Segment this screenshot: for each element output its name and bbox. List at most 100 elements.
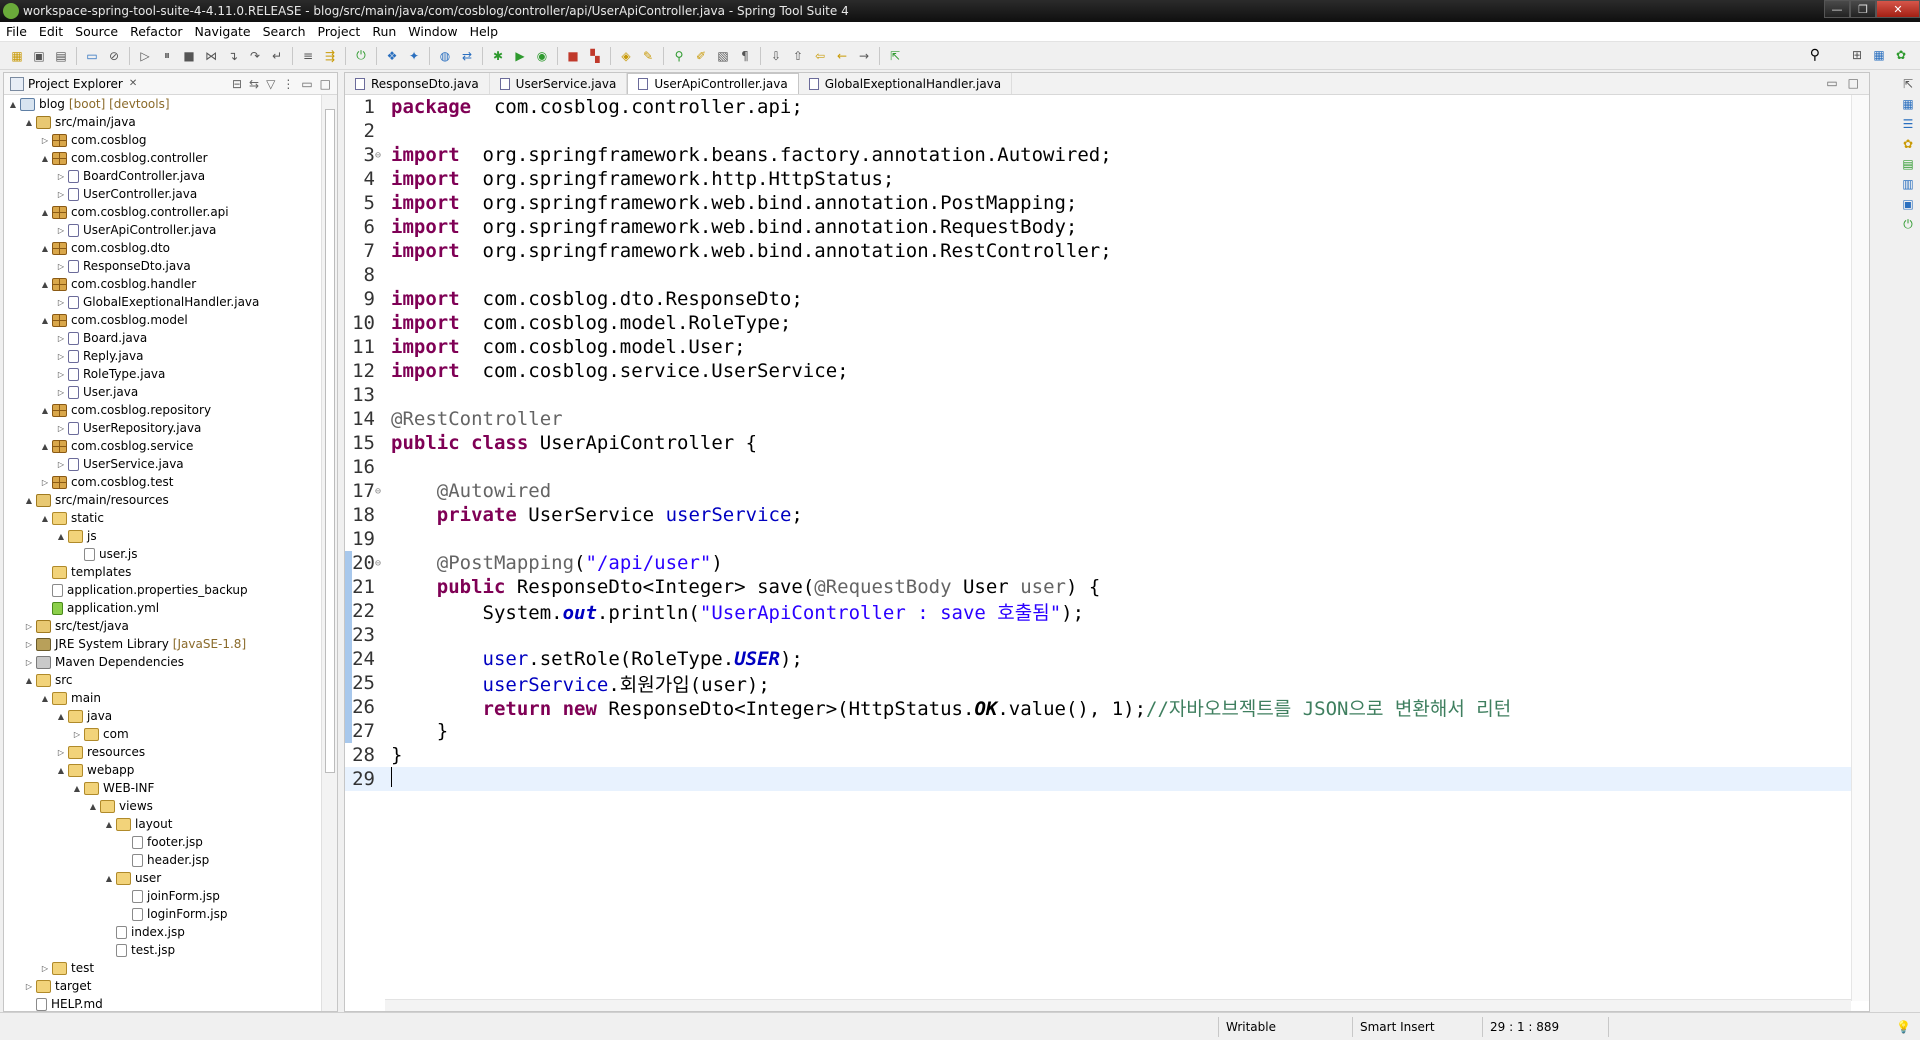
code-line[interactable]: 29 (345, 766, 1851, 791)
collapsed-icon[interactable]: ▷ (56, 424, 66, 433)
close-button[interactable]: ✕ (1876, 0, 1920, 18)
menu-refactor[interactable]: Refactor (124, 24, 188, 39)
tree-item[interactable]: ▲ com.cosblog.repository (4, 401, 322, 419)
tree-item[interactable]: ▷ UserRepository.java (4, 419, 322, 437)
tip-icon[interactable]: 💡 (1896, 1020, 1911, 1034)
menu-window[interactable]: Window (402, 24, 463, 39)
tree-item[interactable]: joinForm.jsp (4, 887, 322, 905)
fold-marker[interactable]: ⊖ (375, 486, 389, 497)
tree-item[interactable]: ▷ resources (4, 743, 322, 761)
code-line[interactable]: 14 @RestController (345, 407, 1851, 431)
expanded-icon[interactable]: ▲ (40, 208, 50, 217)
back-icon[interactable]: ← (834, 48, 850, 64)
tree-item[interactable]: ▲ blog [boot] [devtools] (4, 95, 322, 113)
code-line[interactable]: 8 (345, 263, 1851, 287)
collapsed-icon[interactable]: ▷ (56, 190, 66, 199)
fold-marker[interactable]: ⊖ (375, 150, 389, 161)
collapsed-icon[interactable]: ▷ (56, 226, 66, 235)
expanded-icon[interactable]: ▲ (40, 694, 50, 703)
restore-icon[interactable]: ⇱ (1900, 76, 1916, 92)
tree-item[interactable]: header.jsp (4, 851, 322, 869)
code-line[interactable]: 4 import org.springframework.http.HttpSta… (345, 167, 1851, 191)
open-task-icon[interactable]: ✎ (640, 48, 656, 64)
show-whitespace-icon[interactable]: ¶ (737, 48, 753, 64)
code-line[interactable]: 24 user.setRole(RoleType.USER); (345, 647, 1851, 671)
pin-editor-icon[interactable]: ⇱ (887, 48, 903, 64)
tree-item[interactable]: ▲ com.cosblog.dto (4, 239, 322, 257)
tree-item[interactable]: ▷ Board.java (4, 329, 322, 347)
menu-navigate[interactable]: Navigate (189, 24, 257, 39)
new-package-icon[interactable]: ✦ (406, 48, 422, 64)
collapsed-icon[interactable]: ▷ (56, 352, 66, 361)
tree-item[interactable]: ▲ com.cosblog.handler (4, 275, 322, 293)
tree-item[interactable]: test.jsp (4, 941, 322, 959)
expanded-icon[interactable]: ▲ (40, 442, 50, 451)
tree-item[interactable]: ▲ com.cosblog.service (4, 437, 322, 455)
tree-item[interactable]: footer.jsp (4, 833, 322, 851)
share-icon[interactable]: ⇄ (459, 48, 475, 64)
expanded-icon[interactable]: ▲ (104, 874, 114, 883)
code-line[interactable]: 28} (345, 743, 1851, 767)
expanded-icon[interactable]: ▲ (56, 712, 66, 721)
boot-dashboard-icon[interactable]: ⏻ (353, 48, 369, 64)
tree-item[interactable]: ▷ target (4, 977, 322, 995)
expanded-icon[interactable]: ▲ (40, 154, 50, 163)
menu-edit[interactable]: Edit (33, 24, 69, 39)
use-step-filters-icon[interactable]: ⇶ (322, 48, 338, 64)
collapsed-icon[interactable]: ▷ (24, 658, 34, 667)
menu-file[interactable]: File (0, 24, 33, 39)
tree-item[interactable]: ▷ User.java (4, 383, 322, 401)
tree-item[interactable]: ▲ com.cosblog.controller.api (4, 203, 322, 221)
tree-item[interactable]: HELP.md (4, 995, 322, 1011)
overview-ruler[interactable] (1851, 95, 1869, 1001)
code-line[interactable]: 22 System.out.println("UserApiController… (345, 599, 1851, 624)
expanded-icon[interactable]: ▲ (40, 244, 50, 253)
collapsed-icon[interactable]: ▷ (72, 730, 82, 739)
expanded-icon[interactable]: ▲ (56, 532, 66, 541)
tree-item[interactable]: ▲ WEB-INF (4, 779, 322, 797)
console-icon[interactable]: ▤ (1900, 156, 1916, 172)
tree-item[interactable]: application.yml (4, 599, 322, 617)
tree-item[interactable]: ▷ BoardController.java (4, 167, 322, 185)
toggle-block-selection-icon[interactable]: ▧ (715, 48, 731, 64)
code-line[interactable]: 10 import com.cosblog.model.RoleType; (345, 311, 1851, 335)
collapsed-icon[interactable]: ▷ (56, 334, 66, 343)
tree-item[interactable]: ▲ user (4, 869, 322, 887)
save-all-icon[interactable]: ▤ (53, 48, 69, 64)
tree-item[interactable]: ▷ ResponseDto.java (4, 257, 322, 275)
expanded-icon[interactable]: ▲ (56, 766, 66, 775)
boot-dashboard-view-icon[interactable]: ⏻ (1900, 216, 1916, 232)
collapsed-icon[interactable]: ▷ (56, 262, 66, 271)
minimize-editor-icon[interactable]: ▭ (1826, 76, 1837, 90)
expanded-icon[interactable]: ▲ (40, 514, 50, 523)
code-line[interactable]: 11 import com.cosblog.model.User; (345, 335, 1851, 359)
tree-item[interactable]: ▲ views (4, 797, 322, 815)
tree-item[interactable]: ▷ UserController.java (4, 185, 322, 203)
tree-item[interactable]: ▷ com.cosblog (4, 131, 322, 149)
collapsed-icon[interactable]: ▷ (40, 964, 50, 973)
code-line[interactable]: 9 import com.cosblog.dto.ResponseDto; (345, 287, 1851, 311)
last-edit-location-icon[interactable]: ⇦ (812, 48, 828, 64)
collapsed-icon[interactable]: ▷ (56, 748, 66, 757)
code-line[interactable]: 27 } (345, 719, 1851, 743)
new-icon[interactable]: ▦ (9, 48, 25, 64)
code-line[interactable]: 1 package com.cosblog.controller.api; (345, 95, 1851, 119)
tree-item[interactable]: ▲ src/main/resources (4, 491, 322, 509)
tree-item[interactable]: loginForm.jsp (4, 905, 322, 923)
terminal-icon[interactable]: ▭ (84, 48, 100, 64)
toggle-mark-occurrences-icon[interactable]: ✐ (693, 48, 709, 64)
stop-icon[interactable]: ■ (565, 48, 581, 64)
code-line[interactable]: 16 (345, 455, 1851, 479)
tree-item[interactable]: ▷ RoleType.java (4, 365, 322, 383)
maximize-button[interactable]: ❐ (1850, 0, 1876, 18)
run-icon[interactable]: ▶ (512, 48, 528, 64)
forward-icon[interactable]: → (856, 48, 872, 64)
skip-breakpoints-icon[interactable]: ⊘ (106, 48, 122, 64)
menu-source[interactable]: Source (69, 24, 124, 39)
expanded-icon[interactable]: ▲ (40, 280, 50, 289)
link-with-editor-icon[interactable]: ⇆ (249, 77, 259, 91)
code-line[interactable]: 7 import org.springframework.web.bind.ann… (345, 239, 1851, 263)
drop-to-frame-icon[interactable]: ≡ (300, 48, 316, 64)
search-icon[interactable]: ⚲ (671, 48, 687, 64)
code-line[interactable]: 26 return new ResponseDto<Integer>(HttpS… (345, 695, 1851, 720)
